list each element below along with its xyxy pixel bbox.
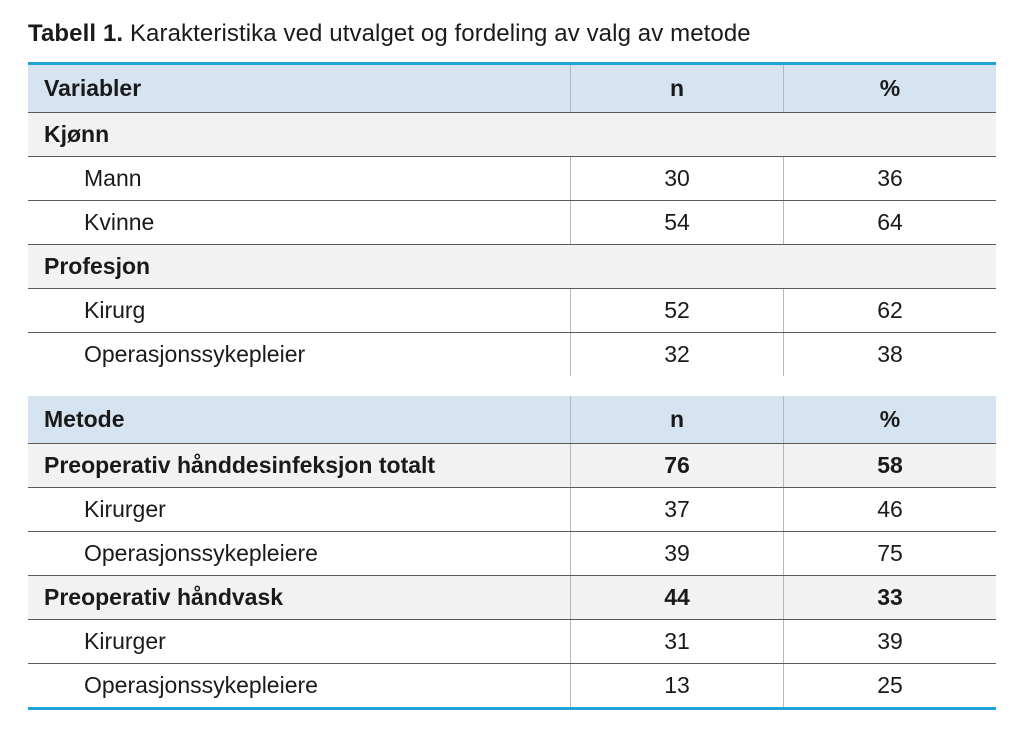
group-n: 44 xyxy=(571,576,784,620)
table-head: Metode n % xyxy=(28,396,996,444)
table-gap xyxy=(28,376,996,396)
cell-label: Mann xyxy=(28,157,571,201)
cell-label: Operasjonssykepleier xyxy=(28,333,571,377)
group-row: Preoperativ håndvask 44 33 xyxy=(28,576,996,620)
group-title: Preoperativ hånddesinfeksjon totalt xyxy=(28,444,571,488)
group-pct: 58 xyxy=(784,444,997,488)
table-row: Kirurg 52 62 xyxy=(28,289,996,333)
cell-pct: 25 xyxy=(784,664,997,709)
cell-label: Kirurg xyxy=(28,289,571,333)
header-variabler: Variabler xyxy=(28,64,571,113)
cell-pct: 64 xyxy=(784,201,997,245)
cell-label: Operasjonssykepleiere xyxy=(28,532,571,576)
group-pct: 33 xyxy=(784,576,997,620)
table-row: Kirurger 37 46 xyxy=(28,488,996,532)
table-variabler: Variabler n % Kjønn Mann 30 36 Kvinne 54… xyxy=(28,62,996,376)
table-row: Mann 30 36 xyxy=(28,157,996,201)
table-row: Kirurger 31 39 xyxy=(28,620,996,664)
cell-n: 39 xyxy=(571,532,784,576)
table-row: Operasjonssykepleiere 39 75 xyxy=(28,532,996,576)
cell-n: 32 xyxy=(571,333,784,377)
header-n: n xyxy=(571,64,784,113)
header-metode: Metode xyxy=(28,396,571,444)
group-row: Preoperativ hånddesinfeksjon totalt 76 5… xyxy=(28,444,996,488)
cell-n: 13 xyxy=(571,664,784,709)
section-title: Kjønn xyxy=(28,113,996,157)
group-n: 76 xyxy=(571,444,784,488)
cell-pct: 75 xyxy=(784,532,997,576)
table-row: Operasjonssykepleier 32 38 xyxy=(28,333,996,377)
cell-label: Kirurger xyxy=(28,620,571,664)
table-caption: Tabell 1. Karakteristika ved utvalget og… xyxy=(28,20,996,48)
cell-pct: 39 xyxy=(784,620,997,664)
cell-n: 30 xyxy=(571,157,784,201)
cell-n: 52 xyxy=(571,289,784,333)
section-title: Profesjon xyxy=(28,245,996,289)
table-head: Variabler n % xyxy=(28,64,996,113)
cell-pct: 38 xyxy=(784,333,997,377)
table-row: Kvinne 54 64 xyxy=(28,201,996,245)
group-title: Preoperativ håndvask xyxy=(28,576,571,620)
table-metode: Metode n % Preoperativ hånddesinfeksjon … xyxy=(28,396,996,710)
section-row: Kjønn xyxy=(28,113,996,157)
cell-label: Operasjonssykepleiere xyxy=(28,664,571,709)
table-row: Operasjonssykepleiere 13 25 xyxy=(28,664,996,709)
page: Tabell 1. Karakteristika ved utvalget og… xyxy=(0,0,1024,730)
cell-n: 31 xyxy=(571,620,784,664)
header-pct: % xyxy=(784,64,997,113)
header-n: n xyxy=(571,396,784,444)
cell-pct: 36 xyxy=(784,157,997,201)
header-pct: % xyxy=(784,396,997,444)
cell-pct: 46 xyxy=(784,488,997,532)
cell-label: Kvinne xyxy=(28,201,571,245)
section-row: Profesjon xyxy=(28,245,996,289)
cell-label: Kirurger xyxy=(28,488,571,532)
caption-text: Karakteristika ved utvalget og fordeling… xyxy=(130,20,751,47)
cell-n: 54 xyxy=(571,201,784,245)
cell-pct: 62 xyxy=(784,289,997,333)
cell-n: 37 xyxy=(571,488,784,532)
caption-label: Tabell 1. xyxy=(28,20,123,47)
